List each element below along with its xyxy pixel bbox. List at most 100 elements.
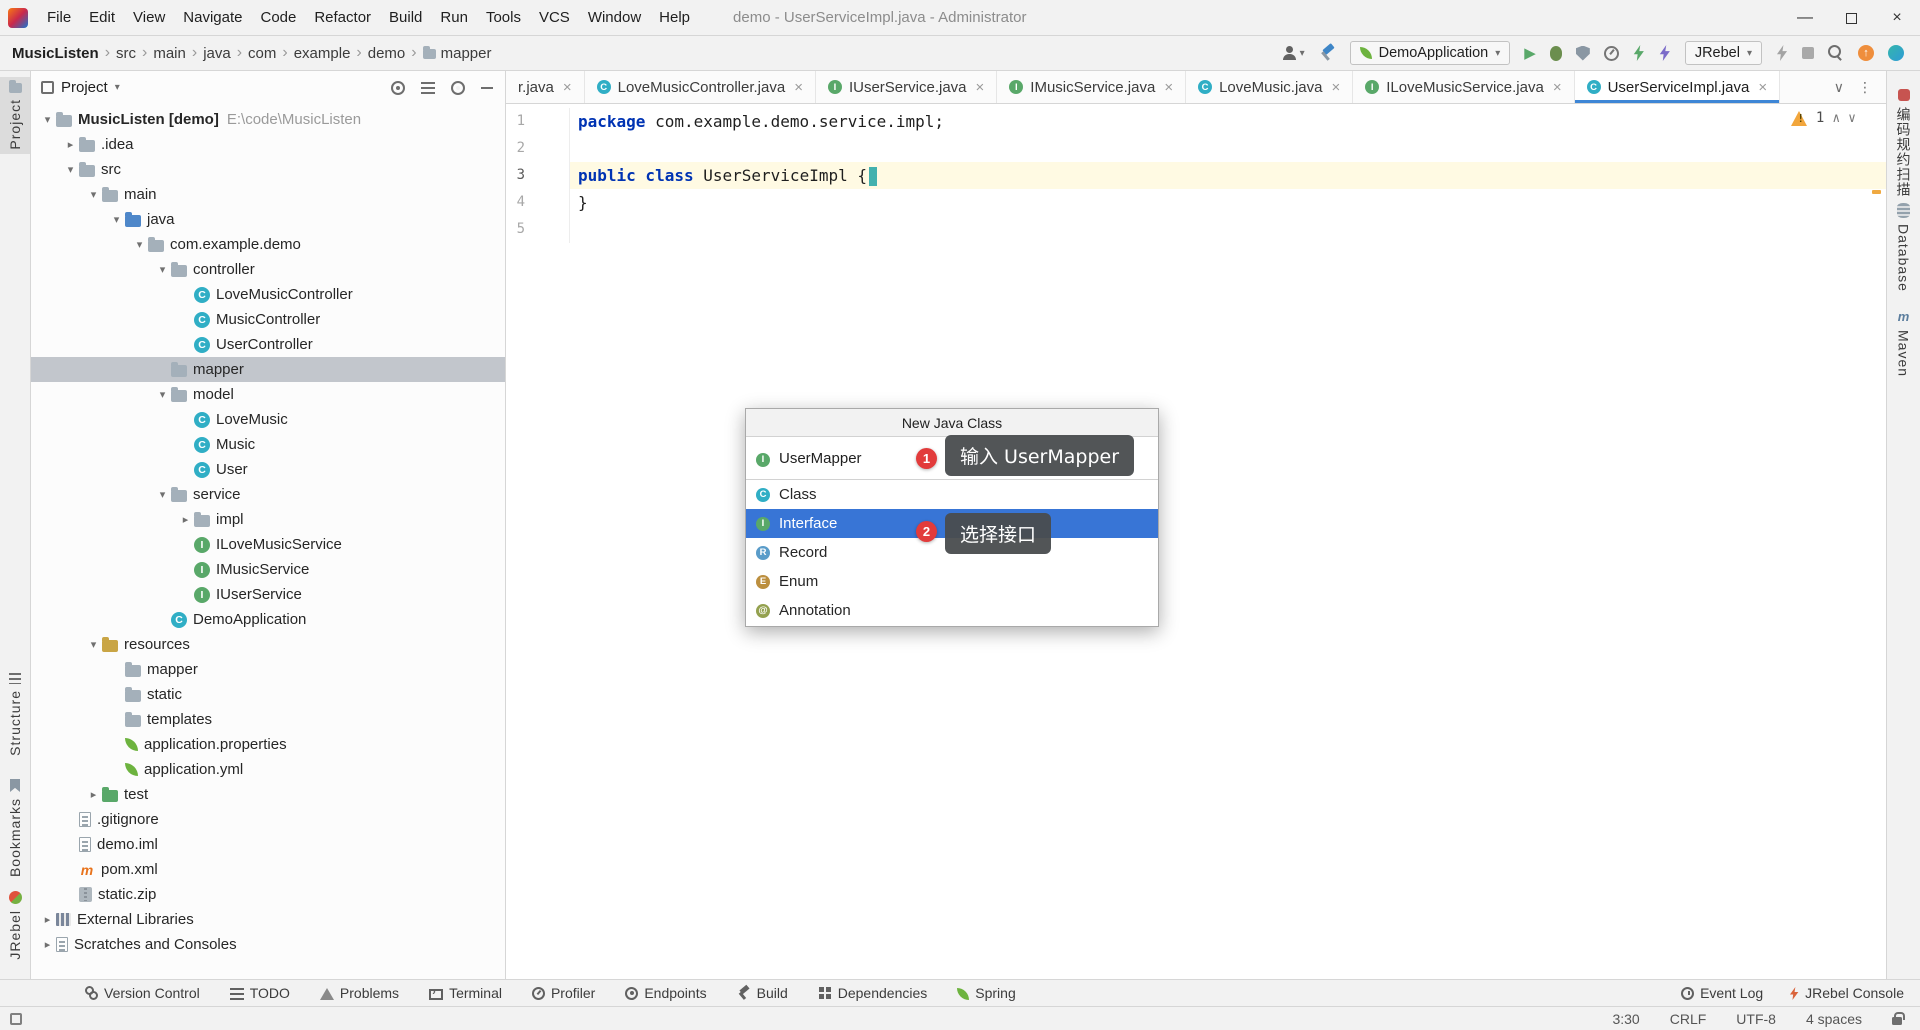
menu-vcs[interactable]: VCS xyxy=(530,0,579,36)
class-kind-class[interactable]: C Class xyxy=(746,480,1158,509)
code-with-me-button[interactable] xyxy=(1888,45,1904,61)
chevron-expanded-icon[interactable]: ▾ xyxy=(154,388,171,401)
tool-window-button-jrebel[interactable]: JRebel xyxy=(0,887,30,964)
close-button[interactable]: × xyxy=(1874,0,1920,36)
breadcrumb-java[interactable]: java xyxy=(201,45,233,62)
breadcrumb-src[interactable]: src xyxy=(114,45,138,62)
tab-imusicservice-java[interactable]: I IMusicService.java × xyxy=(997,71,1187,103)
indent-setting[interactable]: 4 spaces xyxy=(1806,1011,1862,1027)
chevron-expanded-icon[interactable]: ▾ xyxy=(154,263,171,276)
chevron-collapsed-icon[interactable]: ▸ xyxy=(177,513,194,526)
tree-item-java[interactable]: ▾ java xyxy=(31,207,505,232)
tab-close-icon[interactable]: × xyxy=(794,79,803,96)
tree-item-demo-iml[interactable]: demo.iml xyxy=(31,832,505,857)
inspection-widget[interactable]: 1 ∧ ∨ xyxy=(1790,110,1856,126)
stop-button[interactable] xyxy=(1802,47,1814,59)
tree-item-application-yml[interactable]: application.yml xyxy=(31,757,505,782)
tree-item-impl[interactable]: ▸ impl xyxy=(31,507,505,532)
breadcrumb-musiclisten[interactable]: MusicListen xyxy=(10,45,101,62)
tool-button-spring[interactable]: Spring xyxy=(957,985,1016,1001)
breadcrumb-com[interactable]: com xyxy=(246,45,278,62)
tree-item-resources[interactable]: ▾ resources xyxy=(31,632,505,657)
tree-item-mapper[interactable]: mapper xyxy=(31,657,505,682)
project-panel-title[interactable]: Project xyxy=(61,79,108,96)
menu-navigate[interactable]: Navigate xyxy=(174,0,251,36)
tree-item-lovemusic[interactable]: C LoveMusic xyxy=(31,407,505,432)
chevron-down-icon[interactable]: ▾ xyxy=(115,82,120,93)
tab-lovemusic-java[interactable]: C LoveMusic.java × xyxy=(1186,71,1354,103)
profiler-button[interactable] xyxy=(1603,45,1619,61)
tool-window-button-编码规约扫描[interactable]: 编码规约扫描 xyxy=(1887,85,1920,201)
tab-close-icon[interactable]: × xyxy=(1553,79,1562,96)
menu-code[interactable]: Code xyxy=(251,0,305,36)
tree-item-controller[interactable]: ▾ controller xyxy=(31,257,505,282)
tree-item-templates[interactable]: templates xyxy=(31,707,505,732)
tree-item-service[interactable]: ▾ service xyxy=(31,482,505,507)
code-line-3[interactable]: 3 public class UserServiceImpl { xyxy=(506,162,1886,189)
tab-userserviceimpl-java[interactable]: C UserServiceImpl.java × xyxy=(1574,71,1781,103)
collapse-all-icon[interactable] xyxy=(421,81,435,94)
breadcrumb-main[interactable]: main xyxy=(151,45,188,62)
tab-ilovemusicservice-java[interactable]: I ILoveMusicService.java × xyxy=(1353,71,1575,103)
chevron-expanded-icon[interactable]: ▾ xyxy=(85,638,102,651)
tool-button-endpoints[interactable]: Endpoints xyxy=(625,985,707,1001)
warning-stripe-mark[interactable] xyxy=(1872,190,1881,194)
tab-close-icon[interactable]: × xyxy=(563,79,572,96)
hide-panel-icon[interactable] xyxy=(481,86,493,89)
chevron-expanded-icon[interactable]: ▾ xyxy=(108,213,125,226)
menu-edit[interactable]: Edit xyxy=(80,0,124,36)
tree-item-ilovemusicservice[interactable]: I ILoveMusicService xyxy=(31,532,505,557)
tree-item-application-properties[interactable]: application.properties xyxy=(31,732,505,757)
code-line-1[interactable]: 1 package com.example.demo.service.impl; xyxy=(506,108,1886,135)
jrebel-selector[interactable]: JRebel ▾ xyxy=(1684,41,1762,65)
tree-item-scratches-and-consoles[interactable]: ▸ Scratches and Consoles xyxy=(31,932,505,957)
tool-window-button-bookmarks[interactable]: Bookmarks xyxy=(0,775,30,881)
tool-window-toggle-icon[interactable] xyxy=(10,1012,22,1025)
tab-close-icon[interactable]: × xyxy=(1331,79,1340,96)
next-issue-icon[interactable]: ∨ xyxy=(1848,111,1856,126)
tree-item-idea[interactable]: ▸ .idea xyxy=(31,132,505,157)
tab-close-icon[interactable]: × xyxy=(1758,79,1767,96)
tree-item-imusicservice[interactable]: I IMusicService xyxy=(31,557,505,582)
chevron-collapsed-icon[interactable]: ▸ xyxy=(85,788,102,801)
tree-item-user[interactable]: C User xyxy=(31,457,505,482)
caret-position[interactable]: 3:30 xyxy=(1612,1011,1639,1027)
tool-button-jrebel-console[interactable]: JRebel Console xyxy=(1789,985,1904,1001)
tool-button-problems[interactable]: Problems xyxy=(319,985,399,1001)
tree-item-usercontroller[interactable]: C UserController xyxy=(31,332,505,357)
code-line-4[interactable]: 4} xyxy=(506,189,1886,216)
class-kind-enum[interactable]: E Enum xyxy=(746,567,1158,596)
tool-window-button-database[interactable]: Database xyxy=(1887,199,1920,296)
menu-file[interactable]: File xyxy=(38,0,80,36)
breadcrumb-demo[interactable]: demo xyxy=(366,45,408,62)
tree-item-music[interactable]: C Music xyxy=(31,432,505,457)
tool-button-dependencies[interactable]: Dependencies xyxy=(818,985,927,1001)
tree-item-gitignore[interactable]: .gitignore xyxy=(31,807,505,832)
tree-item-pom-xml[interactable]: m pom.xml xyxy=(31,857,505,882)
run-button[interactable]: ▶ xyxy=(1524,46,1536,61)
tree-item-iuserservice[interactable]: I IUserService xyxy=(31,582,505,607)
tree-item-com-example-demo[interactable]: ▾ com.example.demo xyxy=(31,232,505,257)
tool-button-terminal[interactable]: Terminal xyxy=(429,985,502,1001)
breadcrumb-mapper[interactable]: mapper xyxy=(421,45,494,62)
jrebel-debug-button[interactable] xyxy=(1659,45,1671,61)
user-menu-button[interactable]: ▾ xyxy=(1282,46,1305,60)
code-line-2[interactable]: 2 xyxy=(506,135,1886,162)
chevron-expanded-icon[interactable]: ▾ xyxy=(154,488,171,501)
menu-tools[interactable]: Tools xyxy=(477,0,530,36)
chevron-expanded-icon[interactable]: ▾ xyxy=(131,238,148,251)
tree-item-static[interactable]: static xyxy=(31,682,505,707)
tool-button-profiler[interactable]: Profiler xyxy=(531,985,595,1001)
tree-item-model[interactable]: ▾ model xyxy=(31,382,505,407)
chevron-expanded-icon[interactable]: ▾ xyxy=(39,113,56,126)
tab-iuserservice-java[interactable]: I IUserService.java × xyxy=(816,71,998,103)
tool-button-event-log[interactable]: Event Log xyxy=(1681,985,1763,1001)
tab-close-icon[interactable]: × xyxy=(976,79,985,96)
prev-issue-icon[interactable]: ∧ xyxy=(1832,111,1840,126)
tree-item-musiccontroller[interactable]: C MusicController xyxy=(31,307,505,332)
file-encoding[interactable]: UTF-8 xyxy=(1736,1011,1776,1027)
search-everywhere-button[interactable] xyxy=(1828,45,1844,61)
tab-lovemusiccontroller-java[interactable]: C LoveMusicController.java × xyxy=(585,71,816,103)
tree-item-test[interactable]: ▸ test xyxy=(31,782,505,807)
tool-window-button-structure[interactable]: Structure xyxy=(0,669,30,760)
